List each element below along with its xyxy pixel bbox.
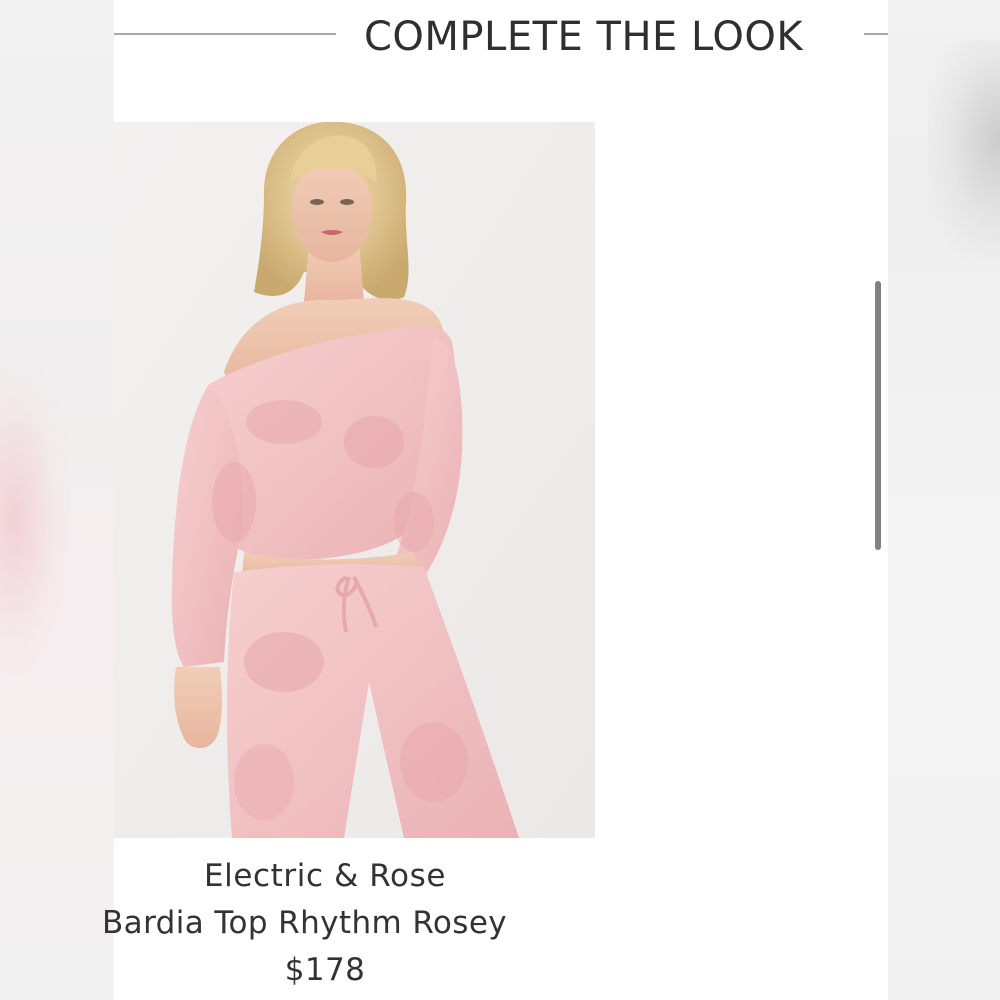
product-brand[interactable]: Electric & Rose xyxy=(114,856,536,896)
header-divider-right xyxy=(864,33,888,35)
product-price: $178 xyxy=(284,952,366,988)
blurred-right-edge xyxy=(888,0,1000,1000)
product-card[interactable]: Electric & Rose Bardia Top Rhythm Rosey … xyxy=(102,122,595,1000)
section-header: COMPLETE THE LOOK xyxy=(114,0,888,76)
complete-the-look-panel: COMPLETE THE LOOK Electric & Rose Bardia… xyxy=(102,0,888,1000)
product-image[interactable] xyxy=(114,122,595,838)
screen: COMPLETE THE LOOK Electric & Rose Bardia… xyxy=(0,0,1000,1000)
header-divider-left xyxy=(114,33,336,35)
vertical-scrollbar-thumb[interactable] xyxy=(875,281,881,550)
product-name[interactable]: Bardia Top Rhythm Rosey xyxy=(102,903,562,943)
blurred-left-edge xyxy=(0,0,114,1000)
model-photo xyxy=(114,122,595,838)
section-title: COMPLETE THE LOOK xyxy=(364,14,804,60)
